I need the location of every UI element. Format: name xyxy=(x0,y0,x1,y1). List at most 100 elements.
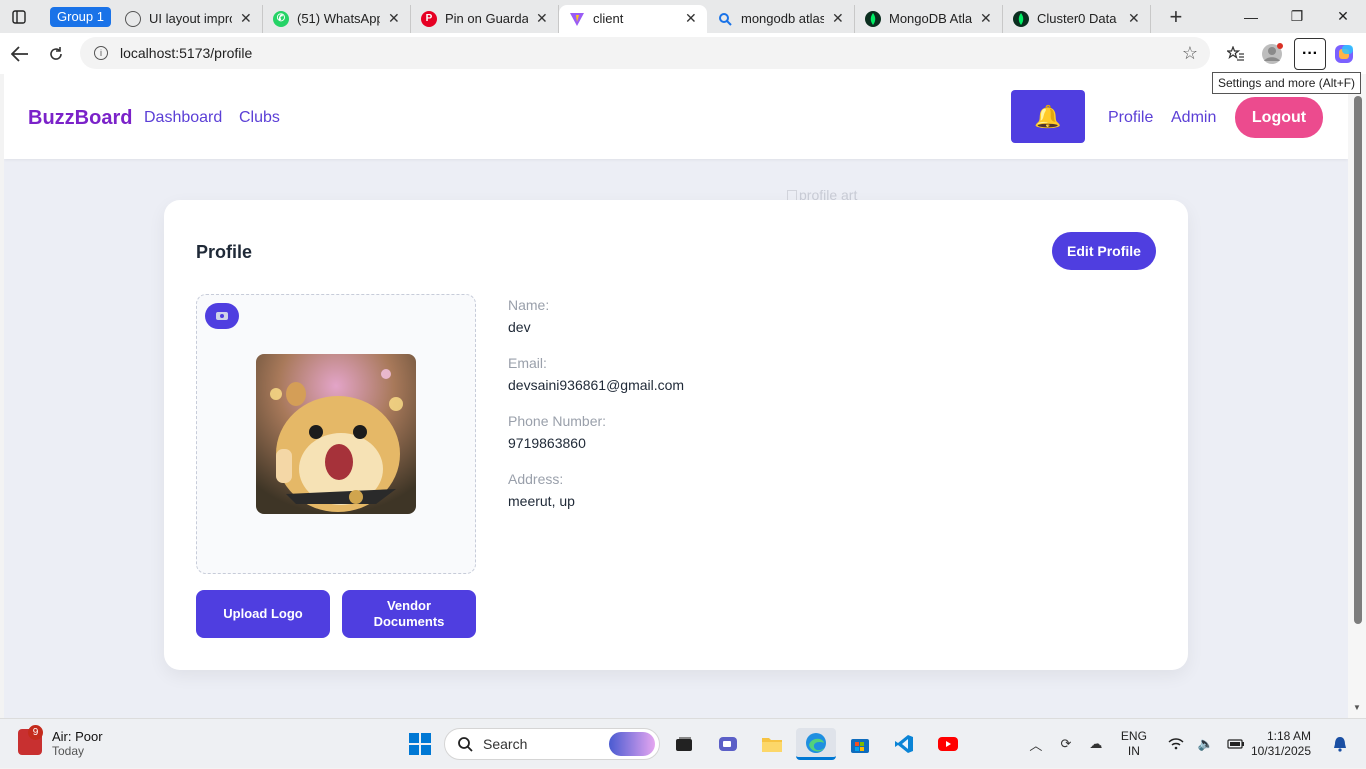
tab-mongodb-atlas[interactable]: MongoDB Atlas ✕ xyxy=(855,4,1003,33)
weather-widget[interactable]: 9 Air: Poor Today xyxy=(18,725,103,758)
upload-logo-button[interactable]: Upload Logo xyxy=(196,590,330,638)
vscode-icon[interactable] xyxy=(884,728,924,760)
logo-dropzone[interactable] xyxy=(196,294,476,574)
name-value: dev xyxy=(508,319,531,335)
profile-avatar-icon[interactable] xyxy=(1254,36,1290,72)
tab-group-chip[interactable]: Group 1 xyxy=(50,6,111,27)
windows-taskbar: 9 Air: Poor Today Search ︿ ⟳ ☁ ENG IN 🔈 … xyxy=(0,718,1366,768)
close-icon[interactable]: ✕ xyxy=(1128,10,1140,27)
notification-bell-icon[interactable] xyxy=(1328,732,1352,756)
copilot-icon[interactable] xyxy=(1326,36,1362,72)
camera-button[interactable] xyxy=(205,303,239,329)
wifi-icon[interactable] xyxy=(1164,732,1188,756)
task-view-icon[interactable] xyxy=(664,728,704,760)
nav-clubs[interactable]: Clubs xyxy=(239,109,280,127)
tab-client[interactable]: client ✕ xyxy=(558,4,707,33)
close-icon[interactable]: ✕ xyxy=(980,10,992,27)
edge-browser-icon[interactable] xyxy=(796,728,836,760)
tab-title: UI layout improv xyxy=(148,11,232,26)
tab-actions-icon[interactable] xyxy=(0,0,38,33)
phone-label: Phone Number: xyxy=(508,413,607,429)
tab-title: MongoDB Atlas xyxy=(888,11,972,26)
url-text: localhost:5173/profile xyxy=(120,45,253,61)
app-navbar: BuzzBoard Dashboard Clubs 🔔 Profile Admi… xyxy=(4,74,1348,159)
page-scrollbar[interactable]: ▲ ▼ xyxy=(1348,74,1366,718)
address-value: meerut, up xyxy=(508,493,575,509)
battery-icon[interactable] xyxy=(1224,732,1248,756)
nav-admin[interactable]: Admin xyxy=(1171,109,1216,127)
site-info-icon[interactable]: i xyxy=(94,46,108,60)
search-icon xyxy=(458,737,473,752)
tab-whatsapp[interactable]: ✆ (51) WhatsApp ✕ xyxy=(263,4,411,33)
taskbar-search[interactable]: Search xyxy=(444,728,660,760)
clock-date: 10/31/2025 xyxy=(1250,744,1311,758)
browser-tab-strip: Group 1 UI layout improv ✕ ✆ (51) WhatsA… xyxy=(0,0,1366,33)
language-indicator[interactable]: ENG IN xyxy=(1121,729,1147,759)
tab-title: Pin on Guardado xyxy=(444,11,528,26)
favorites-icon[interactable] xyxy=(1218,36,1254,72)
tab-chatgpt[interactable]: UI layout improv ✕ xyxy=(115,4,263,33)
vendor-documents-button[interactable]: Vendor Documents xyxy=(342,590,476,638)
nav-dashboard[interactable]: Dashboard xyxy=(144,109,222,127)
profile-photo xyxy=(256,354,416,514)
settings-more-button[interactable]: ··· xyxy=(1294,37,1326,70)
nav-profile[interactable]: Profile xyxy=(1108,109,1153,127)
start-button[interactable] xyxy=(400,728,440,760)
teams-chat-icon[interactable] xyxy=(708,728,748,760)
tab-cluster0[interactable]: Cluster0 Data | C ✕ xyxy=(1003,4,1151,33)
close-icon[interactable]: ✕ xyxy=(685,10,697,27)
tab-pinterest[interactable]: P Pin on Guardado ✕ xyxy=(411,4,559,33)
chevron-up-icon[interactable]: ︿ xyxy=(1024,732,1048,756)
language-code: ENG xyxy=(1120,729,1147,743)
close-icon[interactable]: ✕ xyxy=(536,10,548,27)
tab-title: Cluster0 Data | C xyxy=(1036,11,1120,26)
refresh-icon[interactable] xyxy=(38,36,74,72)
mongodb-icon xyxy=(864,10,881,27)
chatgpt-icon xyxy=(124,10,141,27)
tab-mongodb-search[interactable]: mongodb atlas ✕ xyxy=(707,4,855,33)
camera-icon xyxy=(216,312,228,320)
volume-icon[interactable]: 🔈 xyxy=(1194,732,1218,756)
sync-icon[interactable]: ⟳ xyxy=(1054,732,1078,756)
scroll-down-arrow-icon[interactable]: ▼ xyxy=(1353,703,1361,712)
weather-icon: 9 xyxy=(18,725,43,755)
page-viewport: BuzzBoard Dashboard Clubs 🔔 Profile Admi… xyxy=(4,74,1348,718)
onedrive-icon[interactable]: ☁ xyxy=(1084,732,1108,756)
system-clock[interactable]: 1:18 AM 10/31/2025 xyxy=(1251,729,1311,759)
mongodb-icon xyxy=(1012,10,1029,27)
search-highlight-icon xyxy=(609,732,655,756)
favorite-star-icon[interactable]: ☆ xyxy=(1182,43,1198,64)
tab-title: mongodb atlas xyxy=(740,11,824,26)
pinterest-icon: P xyxy=(420,10,437,27)
window-close-icon[interactable]: ✕ xyxy=(1320,0,1366,33)
notifications-button[interactable]: 🔔 xyxy=(1011,90,1085,143)
edit-profile-button[interactable]: Edit Profile xyxy=(1052,232,1156,270)
browser-toolbar: i localhost:5173/profile ☆ xyxy=(0,33,1366,74)
email-value: devsaini936861@gmail.com xyxy=(508,377,685,393)
phone-value: 9719863860 xyxy=(508,435,586,451)
back-arrow-icon[interactable] xyxy=(2,36,38,72)
close-icon[interactable]: ✕ xyxy=(240,10,252,27)
clock-time: 1:18 AM xyxy=(1266,729,1311,743)
microsoft-store-icon[interactable] xyxy=(840,728,880,760)
windows-logo-icon xyxy=(409,733,431,755)
weather-badge: 9 xyxy=(28,725,43,740)
scrollbar-thumb[interactable] xyxy=(1354,96,1362,624)
minimize-icon[interactable]: — xyxy=(1228,0,1274,33)
logout-button[interactable]: Logout xyxy=(1235,97,1323,138)
taskbar-search-label: Search xyxy=(483,736,528,752)
new-tab-button[interactable]: + xyxy=(1161,4,1191,30)
search-icon xyxy=(717,11,733,27)
weather-subtitle: Today xyxy=(52,744,85,758)
page-title: Profile xyxy=(196,242,253,262)
brand-logo[interactable]: BuzzBoard xyxy=(28,107,132,130)
vite-icon xyxy=(569,11,585,27)
whatsapp-icon: ✆ xyxy=(272,10,289,27)
youtube-icon[interactable] xyxy=(928,728,968,760)
close-icon[interactable]: ✕ xyxy=(832,10,844,27)
file-explorer-icon[interactable] xyxy=(752,728,792,760)
restore-icon[interactable]: ❐ xyxy=(1274,0,1320,33)
address-bar[interactable]: i localhost:5173/profile ☆ xyxy=(80,37,1210,69)
close-icon[interactable]: ✕ xyxy=(388,10,400,27)
tab-title: (51) WhatsApp xyxy=(296,11,380,26)
